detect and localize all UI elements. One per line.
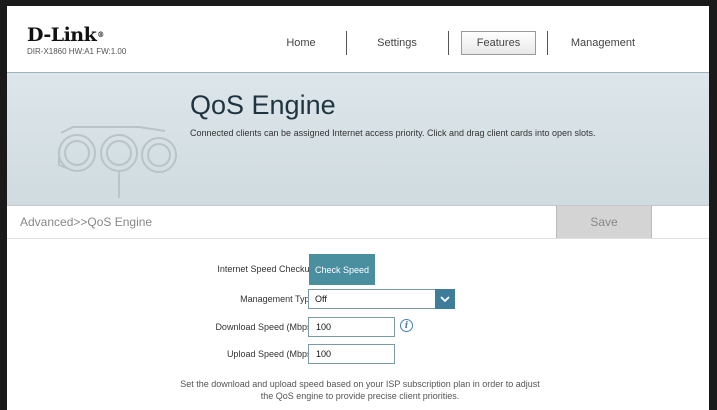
nav-features[interactable]: Features [461, 31, 536, 55]
nav-home[interactable]: Home [261, 31, 341, 55]
model-info: DIR-X1860 HW:A1 FW:1.00 [27, 47, 127, 56]
info-icon[interactable]: i [400, 319, 413, 332]
page-title: QoS Engine [190, 90, 336, 120]
management-type-select[interactable]: Off [308, 289, 455, 309]
header: D-Link® DIR-X1860 HW:A1 FW:1.00 Home Set… [7, 6, 709, 58]
breadcrumb-bar: Advanced>>QoS Engine Save [7, 205, 709, 239]
dlink-logo: D-Link® [27, 24, 104, 46]
qos-engine-icon [58, 126, 177, 198]
nav-divider [448, 31, 449, 55]
download-speed-input[interactable]: 100 [308, 317, 395, 337]
nav-management[interactable]: Management [555, 31, 651, 55]
upload-speed-input[interactable]: 100 [308, 344, 395, 364]
router-admin-page: D-Link® DIR-X1860 HW:A1 FW:1.00 Home Set… [7, 6, 709, 410]
download-speed-label: Download Speed (Mbps): [215, 322, 317, 332]
nav-divider [346, 31, 347, 55]
nav-divider [547, 31, 548, 55]
speed-help-line: Set the download and upload speed based … [180, 379, 540, 389]
management-type-label: Management Type: [240, 294, 317, 304]
check-speed-button[interactable]: Check Speed [309, 254, 375, 285]
chevron-down-icon[interactable] [435, 289, 455, 309]
management-type-value: Off [315, 294, 327, 304]
page-description: Connected clients can be assigned Intern… [190, 128, 596, 138]
speed-checkup-label: Internet Speed Checkup: [217, 264, 317, 274]
speed-help-note: Set the download and upload speed based … [127, 378, 593, 402]
nav-settings[interactable]: Settings [352, 31, 442, 55]
breadcrumb: Advanced>>QoS Engine [20, 215, 153, 229]
speed-help-line: the QoS engine to provide precise client… [260, 391, 460, 401]
page-banner: QoS Engine Connected clients can be assi… [7, 72, 709, 206]
save-button[interactable]: Save [556, 206, 652, 238]
upload-speed-label: Upload Speed (Mbps): [226, 349, 317, 359]
